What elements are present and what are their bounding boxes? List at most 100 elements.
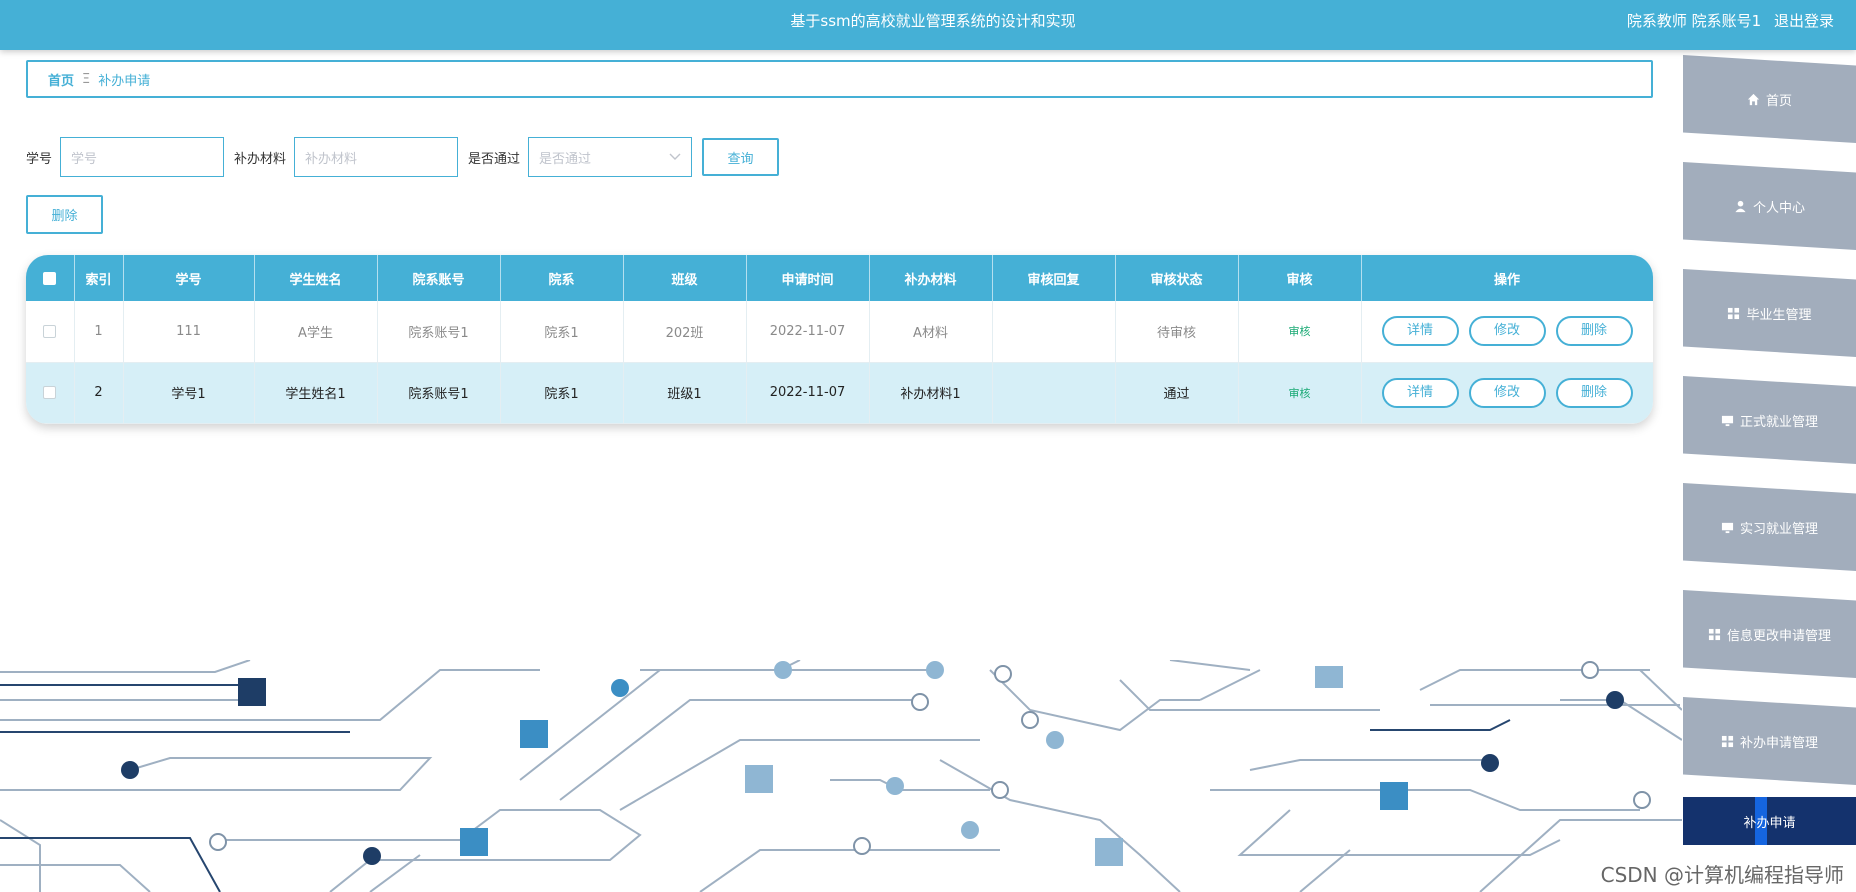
cell-dept-account: 院系账号1 <box>377 301 501 363</box>
column-header: 操作 <box>1361 255 1653 301</box>
cell-student-name: A学生 <box>254 301 378 363</box>
top-bar: 基于ssm的高校就业管理系统的设计和实现 院系教师 院系账号1 退出登录 <box>0 0 1856 50</box>
delete-button[interactable]: 删除 <box>1555 377 1633 408</box>
monitor-icon <box>1721 415 1734 426</box>
audit-link[interactable]: 审核 <box>1289 325 1311 338</box>
material-label: 补办材料 <box>234 151 287 167</box>
cell-status: 待审核 <box>1115 301 1239 363</box>
grid-icon <box>1708 628 1721 640</box>
cell-status: 通过 <box>1115 362 1239 424</box>
column-header: 索引 <box>74 255 124 301</box>
sidebar-item-label: 首页 <box>1765 93 1792 109</box>
cell-class: 202班 <box>623 301 747 363</box>
breadcrumb-separator-icon: Ξ <box>82 71 91 87</box>
sidebar-item-label: 信息更改申请管理 <box>1726 628 1831 644</box>
sidebar-item-label: 实习就业管理 <box>1739 521 1818 537</box>
sidebar-item-label: 个人中心 <box>1752 200 1805 216</box>
sidebar-item-info-change[interactable]: 信息更改申请管理 <box>1683 590 1856 678</box>
sidebar-item-home[interactable]: 首页 <box>1683 55 1856 143</box>
row-checkbox[interactable] <box>43 324 57 338</box>
breadcrumb-home[interactable]: 首页 <box>48 70 74 89</box>
home-icon <box>1747 93 1760 105</box>
app-title: 基于ssm的高校就业管理系统的设计和实现 <box>790 12 1076 30</box>
cell-material: A材料 <box>869 301 993 363</box>
cell-dept: 院系1 <box>500 362 624 424</box>
column-header: 审核 <box>1238 255 1362 301</box>
query-button[interactable]: 查询 <box>702 138 780 176</box>
table-header-row: 索引 学号 学生姓名 院系账号 院系 班级 申请时间 补办材料 审核回复 审核状… <box>26 255 1653 301</box>
cell-student-name: 学生姓名1 <box>254 362 378 424</box>
audit-link[interactable]: 审核 <box>1289 387 1311 400</box>
cell-audit: 审核 <box>1238 301 1362 363</box>
monitor-icon <box>1721 522 1734 533</box>
cell-reply <box>992 301 1116 363</box>
cell-material: 补办材料1 <box>869 362 993 424</box>
cell-audit: 审核 <box>1238 362 1362 424</box>
circuit-board-decoration <box>0 660 1682 892</box>
student-no-label: 学号 <box>26 151 53 167</box>
column-header: 审核状态 <box>1115 255 1239 301</box>
cell-apply-time: 2022-11-07 <box>746 301 870 363</box>
column-header: 班级 <box>623 255 747 301</box>
column-header: 学号 <box>123 255 255 301</box>
cell-actions: 详情 修改 删除 <box>1361 301 1653 363</box>
sidebar-item-graduates[interactable]: 毕业生管理 <box>1683 269 1856 357</box>
logout-link[interactable]: 退出登录 <box>1774 12 1834 30</box>
passed-select[interactable]: 是否通过 <box>528 137 693 177</box>
sidebar-item-internship[interactable]: 实习就业管理 <box>1683 483 1856 571</box>
passed-placeholder: 是否通过 <box>539 151 592 167</box>
student-no-placeholder: 学号 <box>71 151 98 167</box>
breadcrumb-current: 补办申请 <box>98 73 151 89</box>
user-area: 院系教师 院系账号1 退出登录 <box>1619 0 1834 42</box>
grid-icon <box>1721 735 1734 747</box>
material-input[interactable]: 补办材料 <box>294 137 459 177</box>
detail-button[interactable]: 详情 <box>1381 316 1459 347</box>
user-name: 院系教师 院系账号1 <box>1626 12 1762 30</box>
table-row: 1 111 A学生 院系账号1 院系1 202班 2022-11-07 A材料 … <box>26 301 1653 363</box>
cell-dept-account: 院系账号1 <box>377 362 501 424</box>
breadcrumb: 首页 Ξ 补办申请 <box>26 60 1653 98</box>
sidebar-nav: 首页 个人中心 毕业生管理 正式就业管理 实习就业管理 信息更改申请管理 补办申… <box>1683 50 1856 892</box>
column-header: 审核回复 <box>992 255 1116 301</box>
sidebar-subitem-label: 补办申请 <box>1743 815 1796 831</box>
user-icon <box>1735 200 1746 212</box>
select-all-checkbox[interactable] <box>43 271 57 285</box>
sidebar-item-employment[interactable]: 正式就业管理 <box>1683 376 1856 464</box>
cell-index: 1 <box>74 301 124 363</box>
cell-actions: 详情 修改 删除 <box>1361 362 1653 424</box>
data-table: 索引 学号 学生姓名 院系账号 院系 班级 申请时间 补办材料 审核回复 审核状… <box>26 255 1653 424</box>
passed-label: 是否通过 <box>468 151 521 167</box>
sidebar-item-label: 毕业生管理 <box>1746 307 1812 323</box>
edit-button[interactable]: 修改 <box>1468 316 1546 347</box>
sidebar-item-label: 正式就业管理 <box>1739 414 1818 430</box>
column-header: 院系账号 <box>377 255 501 301</box>
table-row: 2 学号1 学生姓名1 院系账号1 院系1 班级1 2022-11-07 补办材… <box>26 362 1653 424</box>
batch-delete-button[interactable]: 删除 <box>26 195 103 234</box>
grid-icon <box>1728 307 1740 319</box>
sidebar-item-profile[interactable]: 个人中心 <box>1683 162 1856 250</box>
cell-student-no: 学号1 <box>123 362 255 424</box>
material-placeholder: 补办材料 <box>305 151 358 167</box>
column-header: 申请时间 <box>746 255 870 301</box>
select-all-header[interactable] <box>26 255 75 301</box>
column-header: 学生姓名 <box>254 255 378 301</box>
detail-button[interactable]: 详情 <box>1381 377 1459 408</box>
row-checkbox[interactable] <box>43 386 57 399</box>
cell-apply-time: 2022-11-07 <box>746 362 870 424</box>
edit-button[interactable]: 修改 <box>1468 377 1546 408</box>
column-header: 补办材料 <box>869 255 993 301</box>
cell-index: 2 <box>74 362 124 424</box>
sidebar-subitem-reissue-apply[interactable]: 补办申请 <box>1683 797 1856 845</box>
search-filter-bar: 学号 学号 补办材料 补办材料 是否通过 是否通过 查询 <box>26 137 780 177</box>
sidebar-item-reissue-management[interactable]: 补办申请管理 <box>1683 697 1856 785</box>
row-select-cell[interactable] <box>26 301 75 363</box>
row-select-cell[interactable] <box>26 362 75 424</box>
sidebar-item-label: 补办申请管理 <box>1739 735 1818 751</box>
cell-class: 班级1 <box>623 362 747 424</box>
delete-button[interactable]: 删除 <box>1555 316 1633 347</box>
cell-dept: 院系1 <box>500 301 624 363</box>
watermark: CSDN @计算机编程指导师 <box>1600 863 1844 887</box>
cell-reply <box>992 362 1116 424</box>
student-no-input[interactable]: 学号 <box>60 137 225 177</box>
column-header: 院系 <box>500 255 624 301</box>
